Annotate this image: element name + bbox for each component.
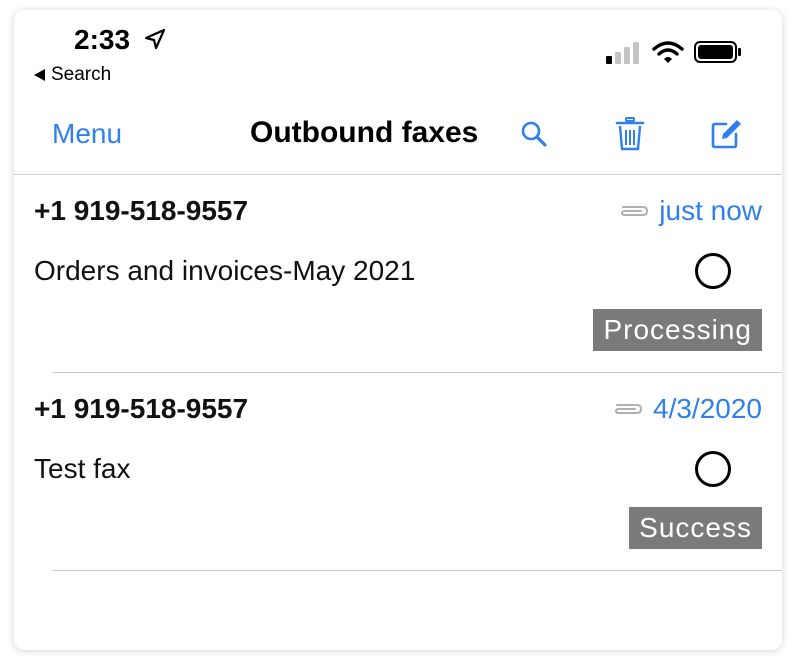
delete-button[interactable]	[612, 114, 648, 154]
back-app-label: Search	[51, 64, 112, 85]
navigation-bar: Menu Outbound faxes	[14, 106, 782, 175]
fax-subject: Test fax	[34, 453, 131, 484]
battery-icon	[694, 41, 741, 63]
trash-icon	[615, 117, 645, 151]
select-radio[interactable]	[695, 253, 731, 289]
fax-list-item[interactable]: +1 919-518-9557 4/3/2020 Test fax Succes…	[14, 373, 782, 571]
status-bar: 2:33 Search	[14, 10, 782, 100]
status-time: 2:33	[74, 24, 131, 55]
paperclip-icon	[614, 404, 643, 414]
search-icon	[521, 121, 547, 147]
menu-button[interactable]: Menu	[52, 118, 122, 150]
fax-recipient-number: +1 919-518-9557	[34, 195, 249, 226]
fax-list-item[interactable]: +1 919-518-9557 just now Orders and invo…	[14, 175, 782, 373]
fax-date: just now	[659, 195, 762, 226]
cellular-signal-icon	[606, 42, 639, 64]
compose-button[interactable]	[708, 114, 744, 154]
fax-meta: just now	[617, 195, 762, 227]
status-badge: Success	[629, 507, 762, 549]
fax-subject: Orders and invoices-May 2021	[34, 255, 416, 286]
fax-list: +1 919-518-9557 just now Orders and invo…	[14, 175, 782, 571]
compose-icon	[711, 120, 741, 149]
back-triangle-icon	[34, 69, 45, 81]
page-title: Outbound faxes	[250, 116, 479, 149]
location-arrow-icon	[144, 28, 166, 50]
paperclip-icon	[621, 206, 649, 216]
wifi-icon	[652, 41, 684, 63]
status-badge: Processing	[593, 309, 762, 351]
fax-recipient-number: +1 919-518-9557	[34, 393, 249, 424]
fax-meta: 4/3/2020	[611, 393, 762, 425]
row-divider	[52, 570, 782, 571]
search-button[interactable]	[516, 114, 552, 154]
back-to-app-link[interactable]: Search	[34, 64, 111, 86]
fax-date: 4/3/2020	[653, 393, 762, 424]
select-radio[interactable]	[695, 451, 731, 487]
app-window: 2:33 Search Menu Outbound faxes +1 919-5…	[14, 10, 782, 650]
